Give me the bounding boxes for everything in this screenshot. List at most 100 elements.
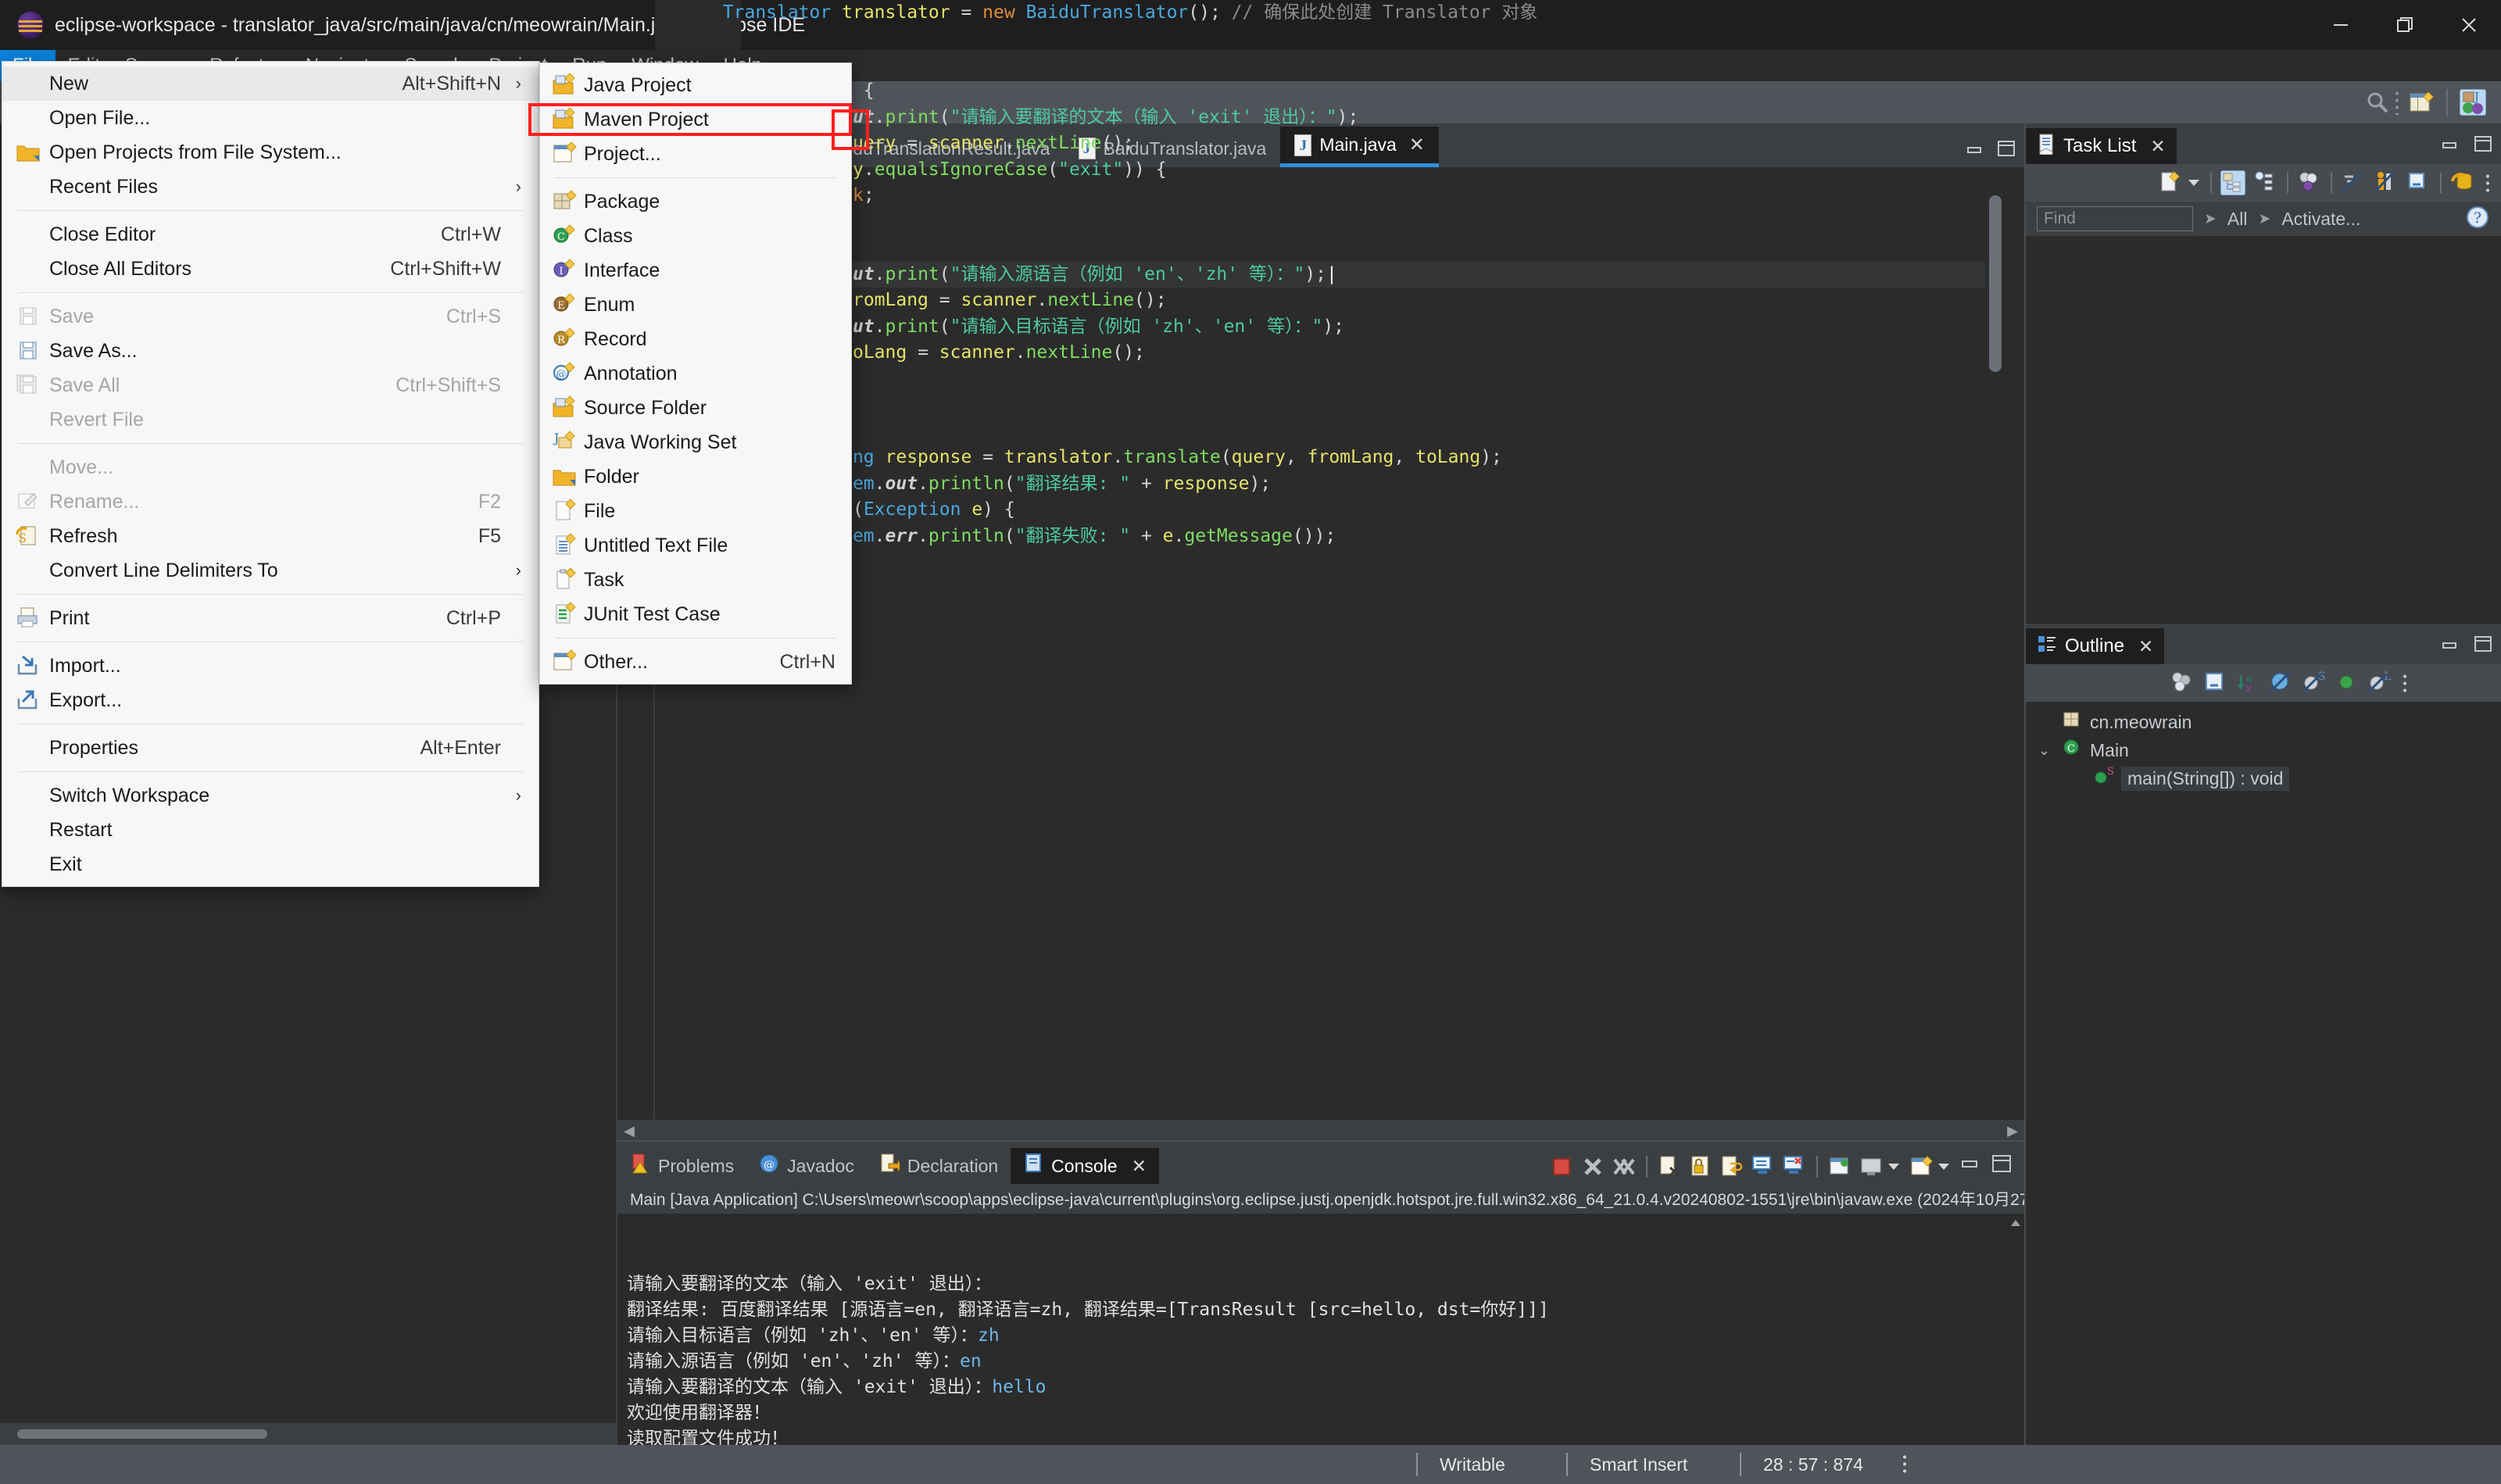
clear-console-icon[interactable]: [1657, 1154, 1682, 1179]
file-menu-item-close-all-editors[interactable]: Close All Editors Ctrl+Shift+W: [2, 252, 538, 286]
scheduled-presentation-icon[interactable]: [2253, 170, 2278, 195]
scroll-up-icon[interactable]: [2011, 1220, 2020, 1226]
file-menu-item-save-as[interactable]: Save As...: [2, 334, 538, 368]
perspective-drag-handle[interactable]: [2395, 90, 2399, 115]
categorized-presentation-icon[interactable]: [2220, 170, 2245, 195]
new-task-icon[interactable]: [2158, 170, 2183, 195]
new-menu-item-enum[interactable]: E Enum: [540, 288, 851, 322]
scrollbar-thumb[interactable]: [17, 1429, 267, 1439]
view-menu-icon[interactable]: [2485, 173, 2490, 193]
help-icon[interactable]: ?: [2465, 205, 2490, 234]
collapse-all-icon[interactable]: [2203, 670, 2228, 696]
new-menu-item-task[interactable]: Task: [540, 563, 851, 597]
tab-outline[interactable]: Outline ✕: [2026, 628, 2165, 664]
new-menu-item-java-working-set[interactable]: J Java Working Set: [540, 425, 851, 460]
outline-row[interactable]: ⌄ C Main: [2026, 736, 2501, 764]
crumb-activate[interactable]: Activate...: [2281, 209, 2360, 230]
file-menu-item-open-file[interactable]: Open File...: [2, 101, 538, 135]
java-perspective-icon[interactable]: J: [2460, 89, 2486, 116]
new-menu-item-untitled-text-file[interactable]: Untitled Text File: [540, 528, 851, 563]
maximize-view-icon[interactable]: [2473, 635, 2493, 656]
hide-nonpublic-icon[interactable]: [2335, 670, 2360, 696]
new-menu-item-folder[interactable]: Folder: [540, 460, 851, 494]
remove-all-launches-icon[interactable]: [1612, 1154, 1637, 1179]
new-menu-item-other[interactable]: Other... Ctrl+N: [540, 645, 851, 679]
new-menu-item-java-project[interactable]: Java Project: [540, 68, 851, 102]
new-task-dropdown-icon[interactable]: [2188, 180, 2199, 186]
minimize-console-icon[interactable]: [1959, 1154, 1984, 1179]
collapse-all-icon[interactable]: [2406, 170, 2431, 195]
open-perspective-icon[interactable]: [2408, 89, 2435, 116]
close-icon[interactable]: ✕: [2150, 136, 2165, 157]
file-menu-item-new[interactable]: New Alt+Shift+N ›: [2, 66, 538, 101]
maximize-view-icon[interactable]: [1996, 140, 2016, 161]
hide-static-icon[interactable]: S: [2302, 670, 2327, 696]
open-console-icon[interactable]: [1909, 1154, 1934, 1179]
synchronize-changed-icon[interactable]: [2450, 170, 2475, 195]
console-dropdown-icon[interactable]: [1888, 1164, 1899, 1170]
file-menu-item-convert-line-delimiters-to[interactable]: Convert Line Delimiters To ›: [2, 553, 538, 588]
new-menu-item-record[interactable]: R Record: [540, 322, 851, 356]
console-output[interactable]: 请输入要翻译的文本（输入 'exit' 退出）： 翻译结果: 百度翻译结果 [源语…: [617, 1214, 2024, 1445]
code-line[interactable]: [616, 26, 1985, 52]
show-console-on-output-icon[interactable]: [1751, 1154, 1776, 1179]
new-menu-item-maven-project[interactable]: Maven Project: [540, 102, 851, 137]
terminate-icon[interactable]: [1549, 1154, 1574, 1179]
new-menu-item-package[interactable]: Package: [540, 184, 851, 219]
new-menu-item-junit-test-case[interactable]: JUnit Test Case: [540, 597, 851, 631]
tab-javadoc[interactable]: @ Javadoc: [746, 1148, 867, 1184]
new-menu-item-class[interactable]: C Class: [540, 219, 851, 253]
new-submenu-popup[interactable]: Java Project Maven Project Project... Packa…: [539, 63, 852, 685]
file-menu-item-open-projects-from-file-system[interactable]: Open Projects from File System...: [2, 135, 538, 170]
file-menu-item-switch-workspace[interactable]: Switch Workspace ›: [2, 778, 538, 813]
sort-icon[interactable]: az: [2236, 670, 2261, 696]
minimize-view-icon[interactable]: [2440, 636, 2460, 656]
outline-content[interactable]: cn.meowrain ⌄ C Main Smain(String[]) : void: [2026, 702, 2501, 1445]
restore-button[interactable]: [2373, 0, 2437, 50]
maximize-view-icon[interactable]: [2473, 135, 2493, 156]
new-menu-item-project[interactable]: Project...: [540, 137, 851, 171]
file-menu-item-exit[interactable]: Exit: [2, 847, 538, 881]
display-selected-console-icon[interactable]: [1859, 1154, 1884, 1179]
editor-overview-ruler[interactable]: [2005, 167, 2024, 1120]
tab-declaration[interactable]: Declaration: [867, 1148, 1011, 1184]
package-explorer-hscrollbar[interactable]: [0, 1423, 616, 1445]
tab-console[interactable]: Console ✕: [1011, 1148, 1159, 1184]
tab-task-list[interactable]: Task List ✕: [2026, 128, 2177, 164]
search-input[interactable]: Find: [2037, 206, 2193, 231]
hide-fields-icon[interactable]: [2269, 670, 2294, 696]
tab-problems[interactable]: Problems: [617, 1148, 746, 1184]
editor-hscrollbar[interactable]: ◀ ▶: [617, 1120, 2024, 1140]
filter-completed-tasks-icon[interactable]: [2341, 170, 2366, 195]
chevron-down-icon[interactable]: ⌄: [2038, 742, 2054, 759]
code-line[interactable]: Translator translator = new BaiduTransla…: [616, 0, 1985, 26]
search-icon[interactable]: [2364, 89, 2391, 116]
scroll-right-icon[interactable]: ▶: [2007, 1123, 2018, 1139]
remove-launch-icon[interactable]: [1580, 1154, 1605, 1179]
file-menu-item-close-editor[interactable]: Close Editor Ctrl+W: [2, 217, 538, 252]
minimize-button[interactable]: [2309, 0, 2373, 50]
open-console-dropdown-icon[interactable]: [1938, 1164, 1949, 1170]
hide-local-types-icon[interactable]: L: [2367, 670, 2392, 696]
file-menu-item-recent-files[interactable]: Recent Files ›: [2, 170, 538, 204]
outline-row[interactable]: cn.meowrain: [2026, 708, 2501, 736]
focus-on-active-task-icon[interactable]: [2170, 670, 2195, 696]
pin-console-icon[interactable]: [1827, 1154, 1852, 1179]
file-menu-item-print[interactable]: Print Ctrl+P: [2, 601, 538, 635]
editor-vscrollbar[interactable]: [1985, 167, 2005, 1120]
close-button[interactable]: [2437, 0, 2501, 50]
file-menu-item-restart[interactable]: Restart: [2, 813, 538, 847]
maximize-console-icon[interactable]: [1990, 1154, 2015, 1179]
scroll-lock-icon[interactable]: [1688, 1154, 1713, 1179]
scroll-left-icon[interactable]: ◀: [624, 1123, 635, 1139]
task-list-content[interactable]: [2026, 236, 2501, 624]
file-menu-item-export[interactable]: Export...: [2, 683, 538, 717]
minimize-view-icon[interactable]: [2440, 136, 2460, 156]
new-menu-item-file[interactable]: File: [540, 494, 851, 528]
close-icon[interactable]: ✕: [2138, 636, 2153, 657]
scrollbar-thumb[interactable]: [1989, 195, 2002, 372]
crumb-all[interactable]: All: [2227, 209, 2248, 230]
filter-my-tasks-icon[interactable]: [2374, 170, 2399, 195]
new-menu-item-annotation[interactable]: @ Annotation: [540, 356, 851, 391]
close-icon[interactable]: ✕: [1132, 1156, 1147, 1177]
